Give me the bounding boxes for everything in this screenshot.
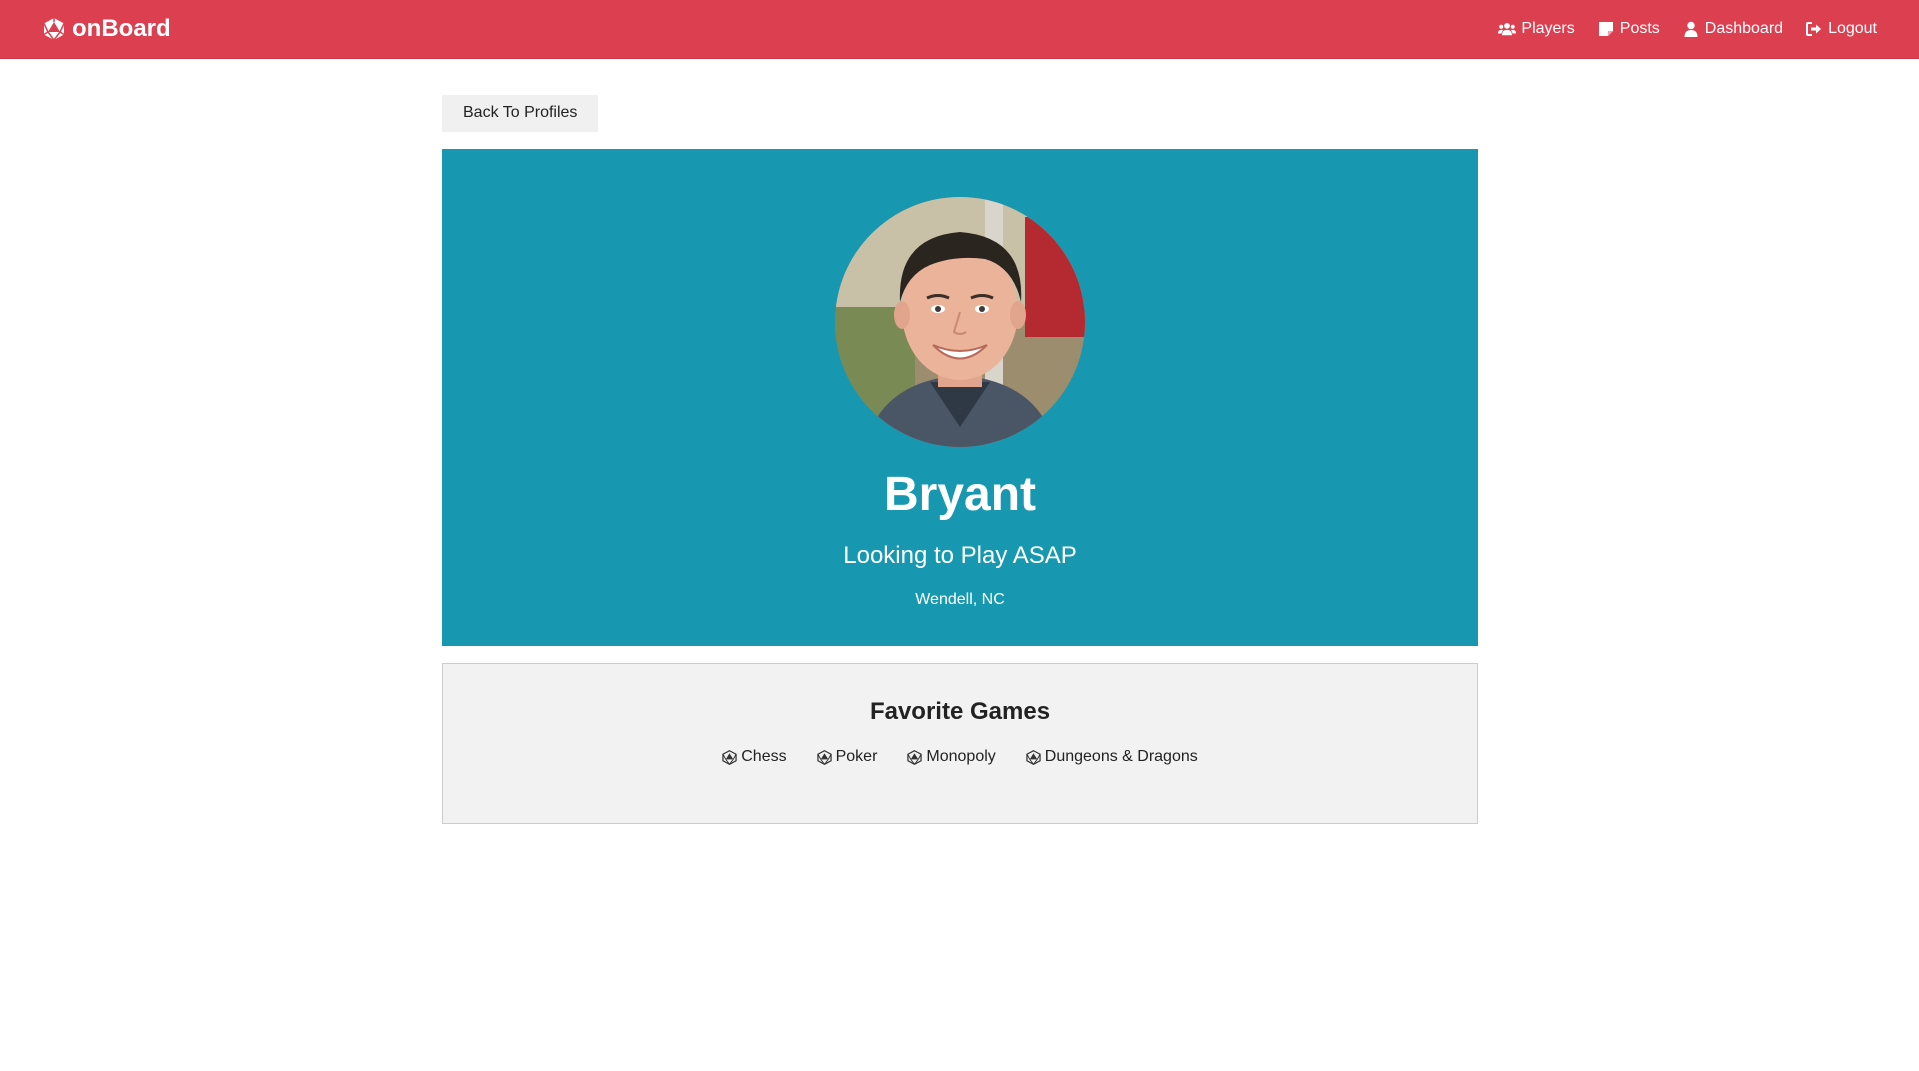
favorite-games-list: Chess Poker Monopoly Dungeons & Dragons <box>443 748 1477 766</box>
brand-link[interactable]: onBoard <box>42 15 171 43</box>
game-item-dungeons-dragons: Dungeons & Dragons <box>1026 748 1198 766</box>
sticky-note-icon <box>1597 21 1615 37</box>
d20-dice-icon <box>907 749 923 765</box>
d20-dice-icon <box>722 749 737 765</box>
game-item-chess: Chess <box>722 748 787 766</box>
game-label: Dungeons & Dragons <box>1044 748 1198 765</box>
avatar <box>835 197 1085 447</box>
d20-dice-icon <box>1026 749 1041 765</box>
profile-status: Looking to Play ASAP <box>843 541 1077 569</box>
game-label: Chess <box>741 748 787 765</box>
nav-logout-label: Logout <box>1828 20 1877 37</box>
nav-players-label: Players <box>1521 20 1575 37</box>
navbar: onBoard Players Posts Dashboard Logout <box>0 0 1919 59</box>
profile-card: Bryant Looking to Play ASAP Wendell, NC <box>442 149 1478 646</box>
nav-logout[interactable]: Logout <box>1805 20 1877 38</box>
profile-name: Bryant <box>883 468 1037 521</box>
game-label: Poker <box>835 748 878 765</box>
nav-players[interactable]: Players <box>1498 20 1575 38</box>
nav-dashboard-label: Dashboard <box>1704 20 1784 37</box>
users-icon <box>1498 21 1517 37</box>
main-content: Back To Profiles Bryant Looking to Play … <box>442 95 1478 824</box>
d20-dice-icon <box>42 17 66 41</box>
nav-posts[interactable]: Posts <box>1597 20 1660 38</box>
nav-links: Players Posts Dashboard Logout <box>1498 20 1877 38</box>
d20-dice-icon <box>816 749 832 765</box>
brand-name: onBoard <box>72 15 171 42</box>
favorite-games-card: Favorite Games Chess Poker Monopoly Dung… <box>442 663 1478 824</box>
back-to-profiles-button[interactable]: Back To Profiles <box>442 95 599 132</box>
game-label: Monopoly <box>926 748 996 765</box>
favorite-games-title: Favorite Games <box>869 698 1051 725</box>
user-icon <box>1682 21 1700 37</box>
sign-out-icon <box>1805 21 1823 37</box>
nav-dashboard[interactable]: Dashboard <box>1682 20 1783 38</box>
nav-posts-label: Posts <box>1619 20 1660 37</box>
game-item-monopoly: Monopoly <box>907 748 996 766</box>
game-item-poker: Poker <box>816 748 878 766</box>
profile-location: Wendell, NC <box>915 590 1005 608</box>
